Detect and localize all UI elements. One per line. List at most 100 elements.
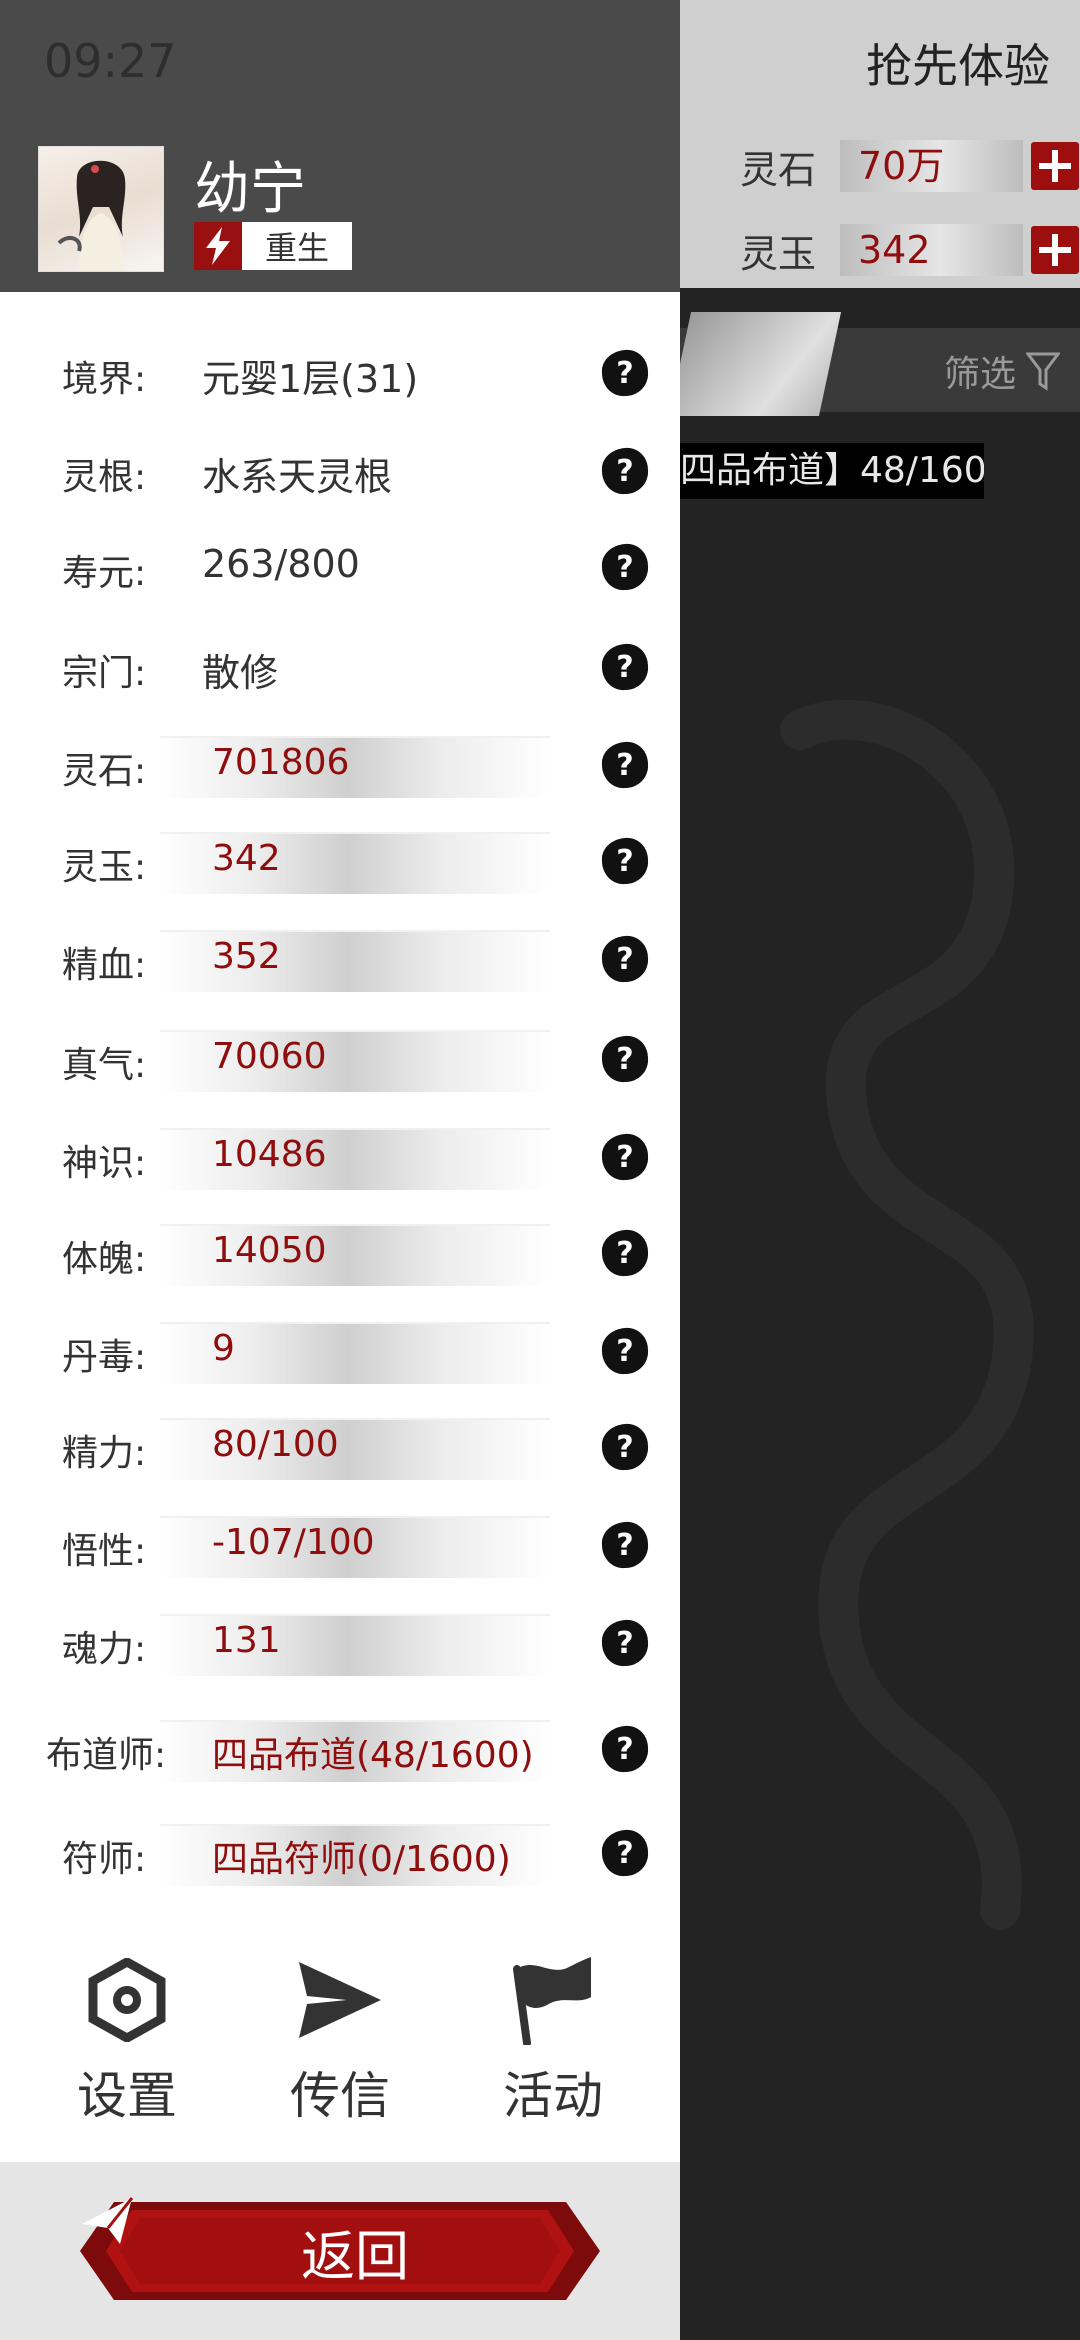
svg-text:?: ? — [616, 1626, 633, 1661]
character-portrait — [57, 160, 126, 271]
add-spirit-jade-button[interactable] — [1031, 226, 1079, 274]
lightning-icon — [194, 222, 242, 270]
stat-row: 境界: 元婴1层(31)? — [0, 336, 680, 408]
svg-text:?: ? — [616, 650, 633, 685]
svg-text:?: ? — [616, 1528, 633, 1563]
stat-value: 131 — [212, 1620, 281, 1661]
help-icon[interactable]: ? — [600, 1618, 650, 1668]
resource-row-spirit-jade: 灵玉 342 — [740, 220, 1079, 280]
message-button[interactable]: 传信 — [245, 1950, 435, 2128]
settings-icon — [32, 1950, 222, 2050]
active-tab[interactable] — [668, 312, 842, 416]
stat-row: 魂力: 131? — [0, 1606, 680, 1678]
avatar[interactable] — [38, 146, 164, 272]
help-icon[interactable]: ? — [600, 1520, 650, 1570]
resource-label: 灵石 — [740, 147, 817, 192]
back-button[interactable]: 返回 — [80, 2196, 600, 2306]
stat-label: 符师: — [62, 1839, 147, 1880]
svg-text:?: ? — [616, 844, 633, 879]
stat-label: 寿元: — [62, 553, 147, 594]
notice-text: 四品布道】48/1600 — [680, 443, 984, 499]
stat-row: 真气: 70060? — [0, 1022, 680, 1094]
help-icon[interactable]: ? — [600, 1034, 650, 1084]
stat-value: 352 — [212, 936, 281, 977]
help-icon[interactable]: ? — [600, 446, 650, 496]
stat-label: 灵石: — [62, 751, 147, 792]
filter-button[interactable]: 筛选 — [944, 345, 1060, 397]
svg-text:?: ? — [616, 942, 633, 977]
events-label: 活动 — [503, 2067, 603, 2125]
help-icon[interactable]: ? — [600, 642, 650, 692]
player-name: 幼宁 — [194, 157, 306, 222]
stat-row: 丹毒: 9? — [0, 1314, 680, 1386]
svg-text:?: ? — [616, 1836, 633, 1871]
resource-label: 灵玉 — [740, 231, 817, 276]
stat-value: 14050 — [212, 1230, 327, 1271]
help-icon[interactable]: ? — [600, 1828, 650, 1878]
help-icon[interactable]: ? — [600, 542, 650, 592]
help-icon[interactable]: ? — [600, 836, 650, 886]
filter-label: 筛选 — [943, 354, 1016, 395]
stat-label: 灵根: — [62, 457, 147, 498]
stat-value: 四品布道(48/1600) — [212, 1735, 534, 1776]
settings-label: 设置 — [77, 2067, 177, 2125]
help-icon[interactable]: ? — [600, 1422, 650, 1472]
drawer-header: 09:27 幼宁 重生 — [0, 0, 680, 292]
notice-label: 四品布道】48/1600 — [680, 450, 984, 491]
stat-value: 10486 — [212, 1134, 327, 1175]
flag-icon — [458, 1950, 648, 2050]
settings-button[interactable]: 设置 — [32, 1950, 222, 2128]
stat-label: 体魄: — [62, 1239, 147, 1280]
svg-text:?: ? — [616, 1042, 633, 1077]
help-icon[interactable]: ? — [600, 1228, 650, 1278]
svg-text:?: ? — [616, 1334, 633, 1369]
svg-text:?: ? — [616, 1140, 633, 1175]
status-time: 09:27 — [44, 34, 177, 88]
stat-row: 体魄: 14050? — [0, 1216, 680, 1288]
svg-text:?: ? — [616, 356, 633, 391]
stat-label: 丹毒: — [62, 1337, 147, 1378]
stat-row: 灵石: 701806? — [0, 728, 680, 800]
ink-decoration — [780, 699, 1034, 1930]
stat-row: 宗门: 散修? — [0, 630, 680, 702]
help-icon[interactable]: ? — [600, 934, 650, 984]
help-icon[interactable]: ? — [600, 1724, 650, 1774]
bottom-nav: 设置 传信 活动 — [0, 1950, 680, 2130]
back-button-content: 返回 — [80, 2196, 600, 2306]
stat-label: 境界: — [62, 359, 147, 400]
stat-value: 263/800 — [202, 542, 360, 586]
stat-label: 真气: — [62, 1045, 147, 1086]
stat-label: 精血: — [62, 945, 147, 986]
stat-label: 灵玉: — [62, 847, 147, 888]
stat-value: 80/100 — [212, 1424, 339, 1465]
stat-value: 四品符师(0/1600) — [212, 1839, 511, 1880]
stat-value: 水系天灵根 — [202, 455, 393, 499]
svg-text:?: ? — [616, 1430, 633, 1465]
stat-row: 精血: 352? — [0, 922, 680, 994]
message-label: 传信 — [290, 2067, 390, 2125]
stat-label: 魂力: — [62, 1629, 147, 1670]
early-access-title: 抢先体验 — [866, 39, 1050, 93]
profile-drawer: 09:27 幼宁 重生 境界: 元婴1层(31)? 灵根: 水系天灵根? 寿元: 263/… — [0, 0, 680, 2340]
rebirth-badge[interactable]: 重生 — [194, 222, 352, 270]
help-icon[interactable]: ? — [600, 740, 650, 790]
resource-value: 70万 — [840, 140, 1023, 192]
stat-value: 元婴1层(31) — [202, 357, 419, 401]
help-icon[interactable]: ? — [600, 1326, 650, 1376]
stat-label: 神识: — [62, 1143, 147, 1184]
stat-label: 宗门: — [62, 653, 147, 694]
send-icon — [245, 1950, 435, 2050]
stat-value: 9 — [212, 1328, 235, 1369]
add-spirit-stone-button[interactable] — [1031, 142, 1079, 190]
help-icon[interactable]: ? — [600, 348, 650, 398]
stat-row: 悟性: -107/100? — [0, 1508, 680, 1580]
stat-row: 精力: 80/100? — [0, 1410, 680, 1482]
events-button[interactable]: 活动 — [458, 1950, 648, 2128]
stat-row: 寿元: 263/800? — [0, 530, 680, 602]
rebirth-label: 重生 — [264, 229, 329, 267]
help-icon[interactable]: ? — [600, 1132, 650, 1182]
svg-text:?: ? — [616, 454, 633, 489]
resource-row-spirit-stone: 灵石 70万 — [740, 136, 1079, 196]
stat-label: 悟性: — [62, 1531, 147, 1572]
stat-value: 342 — [212, 838, 281, 879]
